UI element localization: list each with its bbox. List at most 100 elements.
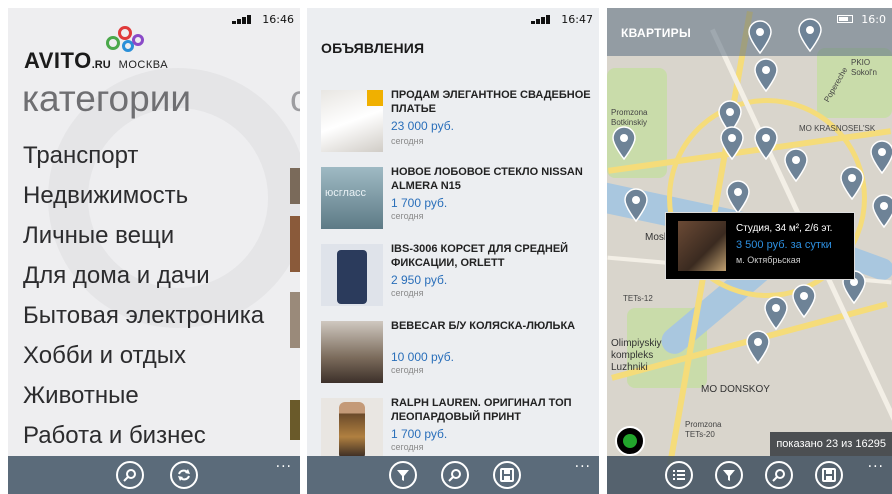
category-item-work[interactable]: Работа и бизнес <box>23 416 264 456</box>
listing-price: 3 500 руб. за сутки <box>736 239 832 251</box>
clock: 16:46 <box>262 12 294 26</box>
category-item-transport[interactable]: Транспорт <box>23 136 264 176</box>
app-bar: ... <box>8 456 300 494</box>
save-button[interactable] <box>815 461 843 489</box>
map-pin-icon[interactable] <box>725 180 751 215</box>
list-icon <box>673 470 685 480</box>
map-label: MO KRASNOSEL'SK <box>799 124 876 133</box>
logo-text: AVITO <box>24 48 92 73</box>
ad-thumbnail: юсгласс <box>321 167 383 229</box>
category-item-personal[interactable]: Личные вещи <box>23 216 264 256</box>
refresh-button[interactable] <box>170 461 198 489</box>
status-bar: 16:0 <box>837 8 892 30</box>
ads-screen: 16:47 ОБЪЯВЛЕНИЯ ПРОДАМ ЭЛЕГАНТНОЕ СВАДЕ… <box>307 8 599 494</box>
list-button[interactable] <box>665 461 693 489</box>
ad-price: 23 000 руб. <box>391 119 454 133</box>
app-bar: ... <box>307 456 599 494</box>
map-pin-icon[interactable] <box>797 18 823 53</box>
ad-date: сегодня <box>391 365 424 375</box>
ad-thumbnail <box>321 321 383 383</box>
ad-item[interactable]: ПРОДАМ ЭЛЕГАНТНОЕ СВАДЕБНОЕ ПЛАТЬЕ 23 00… <box>321 88 593 160</box>
peek-thumbnail <box>290 216 300 272</box>
ad-item[interactable]: IBS-3006 КОРСЕТ ДЛЯ СРЕДНЕЙ ФИКСАЦИИ, OR… <box>321 242 593 314</box>
ad-price: 2 950 руб. <box>391 273 448 287</box>
categories-screen: 16:46 AVITO .RU МОСКВА категории с Транс… <box>8 8 300 494</box>
refresh-icon <box>178 469 190 481</box>
category-item-hobby[interactable]: Хобби и отдых <box>23 336 264 376</box>
battery-icon <box>837 15 854 23</box>
map-label: Promzona TETs-20 <box>685 420 722 439</box>
map-pin-icon[interactable] <box>791 284 817 319</box>
status-bar: 16:47 <box>531 8 599 30</box>
ad-price: 1 700 руб. <box>391 196 448 210</box>
clock: 16:47 <box>561 12 593 26</box>
my-location-button[interactable] <box>615 426 645 456</box>
search-button[interactable] <box>441 461 469 489</box>
results-counter: показано 23 из 16295 <box>770 432 892 456</box>
ad-thumbnail <box>321 90 383 152</box>
save-button[interactable] <box>493 461 521 489</box>
ad-title: ПРОДАМ ЭЛЕГАНТНОЕ СВАДЕБНОЕ ПЛАТЬЕ <box>391 89 591 115</box>
category-item-home[interactable]: Для дома и дачи <box>23 256 264 296</box>
next-pivot-peek[interactable]: с <box>290 78 300 120</box>
signal-icon <box>232 14 254 24</box>
map-label: Promzona Botkinskiy <box>611 108 648 127</box>
filter-button[interactable] <box>715 461 743 489</box>
map-pin-icon[interactable] <box>753 126 779 161</box>
filter-icon <box>723 470 735 481</box>
more-menu[interactable]: ... <box>276 456 292 470</box>
map-pin-icon[interactable] <box>747 20 773 55</box>
map-pin-icon[interactable] <box>753 58 779 93</box>
map-pin-icon[interactable] <box>611 126 637 161</box>
map-pin-icon[interactable] <box>869 140 892 175</box>
ad-price: 1 700 руб. <box>391 427 448 441</box>
listing-metro: м. Октябрьская <box>736 255 801 265</box>
save-icon <box>822 468 836 482</box>
save-icon <box>500 468 514 482</box>
map-pin-icon[interactable] <box>839 166 865 201</box>
ad-date: сегодня <box>391 136 424 146</box>
search-button[interactable] <box>116 461 144 489</box>
peek-thumbnail <box>290 400 300 440</box>
ad-thumbnail <box>321 398 383 460</box>
ad-title: BEBECAR Б/У КОЛЯСКА-ЛЮЛЬКА <box>391 320 576 332</box>
map-pin-icon[interactable] <box>871 194 892 229</box>
page-title: ОБЪЯВЛЕНИЯ <box>321 40 425 56</box>
map-pin-icon[interactable] <box>763 296 789 331</box>
category-item-electronics[interactable]: Бытовая электроника <box>23 296 264 336</box>
filter-button[interactable] <box>389 461 417 489</box>
search-icon <box>772 469 785 482</box>
listing-popup[interactable]: Студия, 34 м², 2/6 эт. 3 500 руб. за сут… <box>665 212 855 280</box>
city-label[interactable]: МОСКВА <box>119 59 168 71</box>
search-icon <box>448 469 461 482</box>
map-label: Olimpiyskiy kompleks Luzhniki <box>611 338 662 373</box>
category-item-animals[interactable]: Животные <box>23 376 264 416</box>
peek-thumbnail <box>290 168 300 204</box>
map-label: MO DONSKOY <box>701 384 770 395</box>
ad-date: сегодня <box>391 211 424 221</box>
ad-date: сегодня <box>391 288 424 298</box>
peek-thumbnail <box>290 292 300 348</box>
map-pin-icon[interactable] <box>745 330 771 365</box>
ad-item[interactable]: BEBECAR Б/У КОЛЯСКА-ЛЮЛЬКА 10 000 руб. с… <box>321 319 593 391</box>
map-label: TETs-12 <box>623 294 653 303</box>
more-menu[interactable]: ... <box>575 456 591 470</box>
thumb-text: юсгласс <box>325 187 367 199</box>
signal-icon <box>531 14 553 24</box>
map-pin-icon[interactable] <box>719 126 745 161</box>
page-title: КВАРТИРЫ <box>621 26 692 40</box>
map-pin-icon[interactable] <box>623 188 649 223</box>
map-screen[interactable]: Promzona Botkinskiy TETs-12 Olimpiyskiy … <box>607 8 892 494</box>
listing-title: Студия, 34 м², 2/6 эт. <box>736 223 833 234</box>
status-bar: 16:46 <box>232 8 300 30</box>
ad-item[interactable]: юсгласс НОВОЕ ЛОБОВОЕ СТЕКЛО NISSAN ALME… <box>321 165 593 237</box>
map-pin-icon[interactable] <box>783 148 809 183</box>
search-icon <box>123 469 136 482</box>
ad-thumbnail <box>321 244 383 306</box>
map-label: PKIO Sokol'n <box>851 58 877 77</box>
category-item-realty[interactable]: Недвижимость <box>23 176 264 216</box>
search-button[interactable] <box>765 461 793 489</box>
app-bar: ... <box>607 456 892 494</box>
more-menu[interactable]: ... <box>868 456 884 470</box>
ad-price: 10 000 руб. <box>391 350 454 364</box>
